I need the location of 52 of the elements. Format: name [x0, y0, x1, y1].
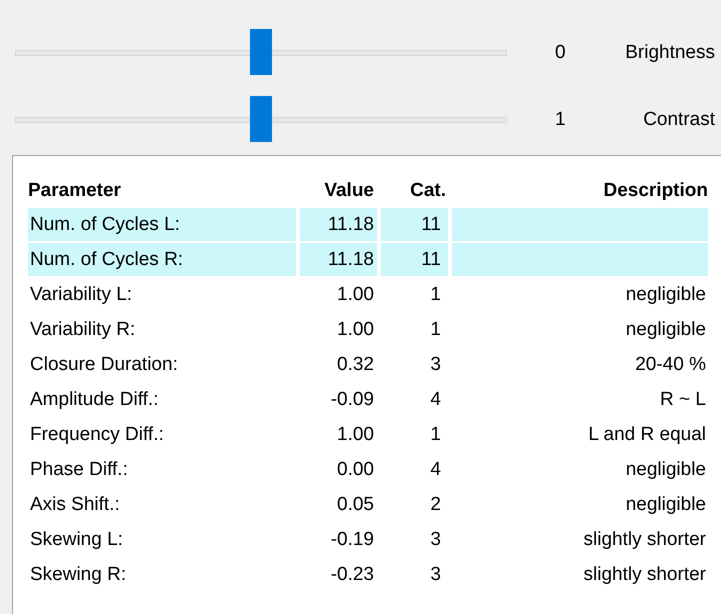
table-cell-text: 1.00: [336, 423, 375, 447]
table-cell: Num. of Cycles L:: [28, 208, 296, 241]
table-cell: 11: [381, 208, 448, 241]
table-cell-text: 3: [429, 563, 442, 587]
table-cell-text: 1: [429, 318, 442, 342]
table-cell-text: 0.32: [336, 353, 375, 377]
table-cell: Num. of Cycles R:: [28, 243, 296, 276]
table-cell-text: L and R equal: [587, 423, 707, 447]
table-cell-text: 3: [429, 528, 442, 552]
table-cell-text: 1: [429, 423, 442, 447]
slider-value: 1: [555, 108, 567, 130]
slider-value: 0: [555, 42, 567, 64]
table-cell-text: Closure Duration:: [29, 353, 179, 377]
table-cell-text: negligible: [624, 283, 707, 307]
table-cell: 11.18: [300, 208, 377, 241]
column-header: Cat.: [409, 179, 447, 203]
slider-label: Contrast: [642, 108, 716, 130]
column-header: Description: [602, 179, 708, 203]
table-cell-text: Skewing L:: [29, 528, 124, 552]
column-header: Value: [323, 179, 375, 203]
table-cell-text: -0.19: [330, 528, 375, 552]
slider-thumb[interactable]: [250, 28, 272, 74]
table-cell-text: 2: [429, 493, 442, 517]
table-cell-text: Variability L:: [29, 283, 134, 307]
table-cell-text: Variability R:: [29, 318, 136, 342]
slider-thumb[interactable]: [250, 96, 272, 142]
table-cell-text: Axis Shift.:: [29, 493, 121, 517]
table-cell-text: 20-40 %: [634, 353, 707, 377]
table-cell: 11: [381, 243, 448, 276]
table-cell-text: negligible: [624, 318, 707, 342]
table-cell-text: negligible: [624, 493, 707, 517]
table-cell-text: -0.23: [330, 563, 375, 587]
table-cell-text: 0.05: [336, 493, 375, 517]
table-cell-text: R ~ L: [659, 388, 707, 412]
table-cell-text: 4: [429, 458, 442, 482]
table-cell-text: -0.09: [330, 388, 375, 412]
table-cell-text: Phase Diff.:: [29, 458, 129, 482]
table-cell-text: 3: [429, 353, 442, 377]
table-cell-text: negligible: [624, 458, 707, 482]
table-cell-text: Amplitude Diff.:: [29, 388, 160, 412]
table-cell-text: Skewing R:: [29, 563, 128, 587]
table-cell-text: 1: [429, 283, 442, 307]
table-cell-text: 1.00: [336, 318, 375, 342]
column-header: Parameter: [28, 179, 122, 203]
table-cell-text: slightly shorter: [582, 528, 707, 552]
table-cell-text: Frequency Diff.:: [29, 423, 165, 447]
table-cell: 11.18: [300, 243, 377, 276]
table-cell-text: 1.00: [336, 283, 375, 307]
table-cell-text: 4: [429, 388, 442, 412]
table-cell-text: slightly shorter: [582, 563, 707, 587]
table-cell-text: 0.00: [336, 458, 375, 482]
slider-label: Brightness: [624, 42, 716, 64]
